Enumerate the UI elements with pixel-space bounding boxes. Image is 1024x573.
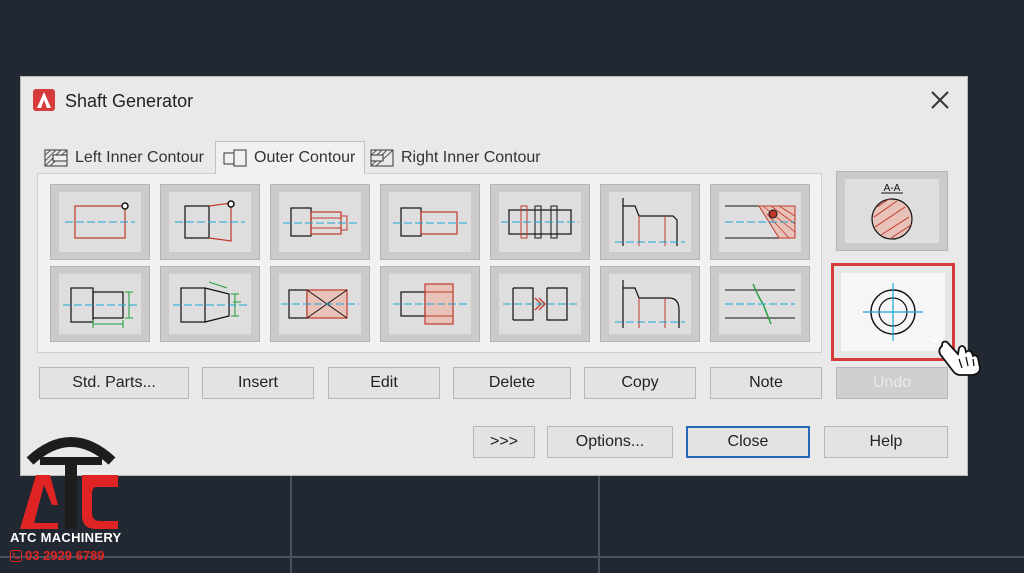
dialog-title: Shaft Generator [65, 91, 194, 111]
cylinder-dimensioned-icon [63, 287, 137, 328]
thread-tool[interactable] [380, 184, 480, 260]
tab-label: Right Inner Contour [401, 149, 541, 166]
background-grid-line [598, 476, 600, 573]
right-inner-contour-icon [370, 149, 394, 167]
insert-button[interactable]: Insert [202, 367, 314, 399]
break-line-icon [725, 283, 795, 325]
shaft-end-icon [615, 198, 685, 246]
cone-icon [175, 200, 245, 242]
cylinder-dimensioned-tool[interactable] [50, 266, 150, 342]
tab-right-inner-contour[interactable]: Right Inner Contour [369, 143, 549, 173]
tab-label: Left Inner Contour [75, 149, 204, 166]
tab-label: Outer Contour [254, 149, 356, 166]
help-button[interactable]: Help [824, 426, 948, 458]
shaft-break-tool[interactable] [490, 266, 590, 342]
company-phone: 03 2929 6789 [10, 548, 105, 563]
options-button[interactable]: Options... [547, 426, 673, 458]
grooves-tool[interactable] [490, 184, 590, 260]
cone-tool[interactable] [160, 184, 260, 260]
background-grid-line [290, 476, 292, 573]
close-icon[interactable] [927, 87, 953, 113]
rounded-shoulder-tool[interactable] [600, 266, 700, 342]
phone-icon [10, 549, 22, 562]
tab-left-inner-contour[interactable]: Left Inner Contour [43, 143, 215, 173]
shaft-generator-dialog: Shaft Generator Left Inner Contour Outer… [20, 76, 968, 476]
background-grid-line [0, 556, 1024, 558]
close-button[interactable]: Close [686, 426, 810, 458]
section-view-icon: A-A [871, 183, 913, 240]
tab-outer-contour[interactable]: Outer Contour [215, 141, 365, 174]
grooves-icon [501, 205, 579, 239]
hub-bore-icon [393, 283, 467, 325]
polygon-icon [283, 207, 357, 237]
company-name: ATC MACHINERY [10, 530, 122, 545]
autocad-a-icon [33, 89, 55, 111]
edit-button[interactable]: Edit [328, 367, 440, 399]
cone-dimensioned-tool[interactable] [160, 266, 260, 342]
note-button[interactable]: Note [710, 367, 822, 399]
section-label: A-A [884, 183, 901, 194]
outer-contour-icon [223, 149, 247, 167]
break-line-tool[interactable] [710, 266, 810, 342]
cylinder-tool[interactable] [50, 184, 150, 260]
polygon-cross-tool[interactable] [270, 266, 370, 342]
hand-pointer-cursor-icon [928, 333, 981, 376]
title-bar: Shaft Generator [21, 77, 967, 123]
thread-icon [393, 207, 467, 237]
std-parts-button[interactable]: Std. Parts... [39, 367, 189, 399]
shaft-break-icon [503, 287, 577, 321]
left-inner-contour-icon [44, 149, 68, 167]
hub-bore-tool[interactable] [380, 266, 480, 342]
atc-logo [20, 437, 118, 529]
cone-dimensioned-icon [173, 281, 247, 323]
outer-contour-panel [37, 173, 822, 353]
phone-number: 03 2929 6789 [25, 548, 105, 563]
polygon-cross-icon [281, 289, 359, 319]
delete-button[interactable]: Delete [453, 367, 571, 399]
rounded-shoulder-icon [615, 280, 685, 328]
polygon-tool[interactable] [270, 184, 370, 260]
section-line-tool[interactable] [710, 184, 810, 260]
section-view-tool[interactable]: A-A [836, 171, 948, 251]
section-line-icon [725, 205, 796, 239]
shaft-end-tool[interactable] [600, 184, 700, 260]
cylinder-icon [65, 202, 135, 239]
copy-button[interactable]: Copy [584, 367, 696, 399]
expand-button[interactable]: >>> [473, 426, 535, 458]
